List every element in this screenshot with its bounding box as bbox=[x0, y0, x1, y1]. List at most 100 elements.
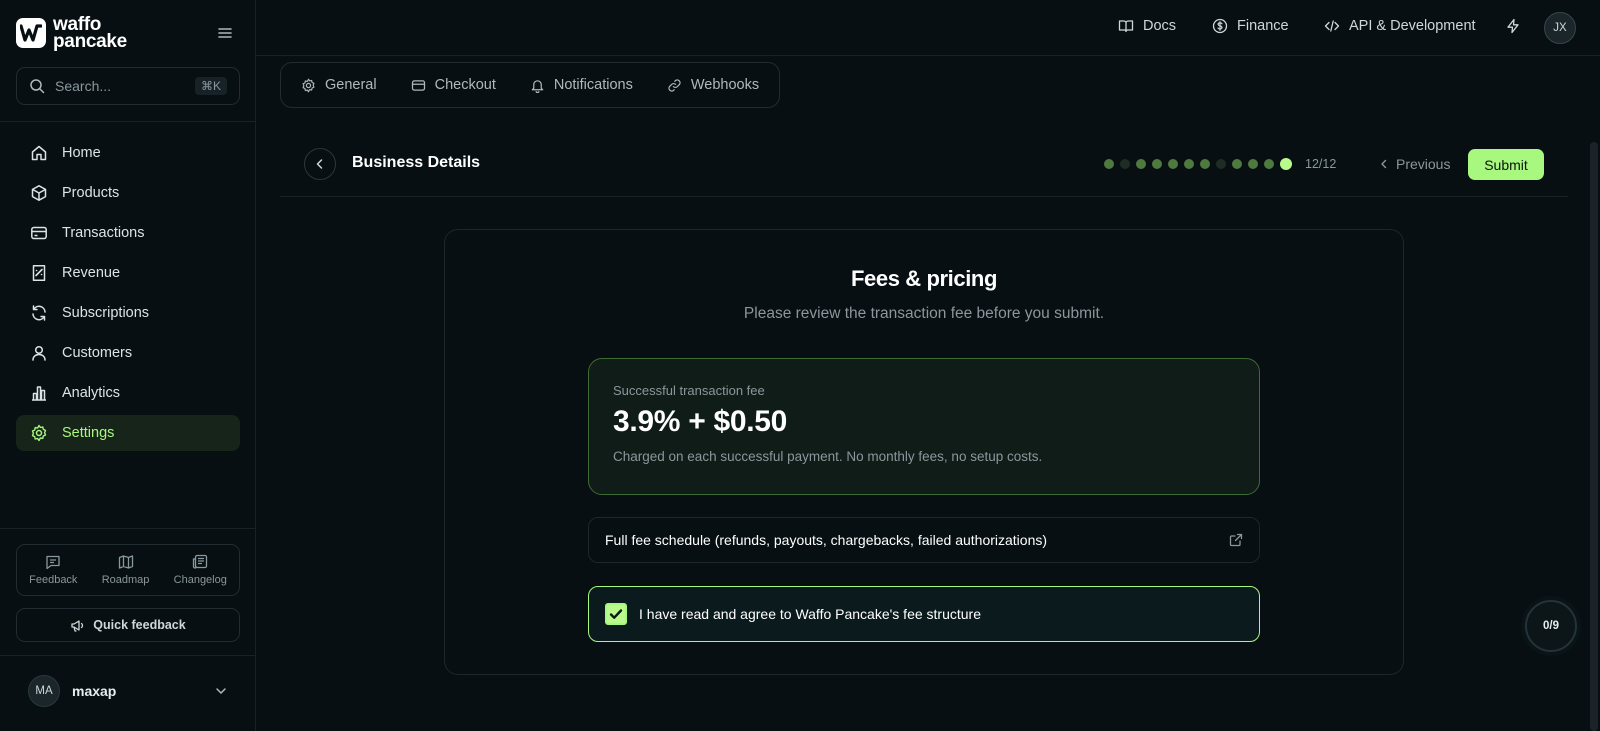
credit-card-icon bbox=[30, 224, 48, 242]
roadmap-link[interactable]: Roadmap bbox=[101, 554, 150, 586]
onboarding-progress-button[interactable]: 0/9 bbox=[1525, 600, 1577, 652]
quick-feedback-label: Quick feedback bbox=[93, 618, 186, 632]
step-dot bbox=[1216, 159, 1226, 169]
sidebar-item-subscriptions[interactable]: Subscriptions bbox=[16, 295, 240, 331]
credit-card-icon bbox=[411, 78, 426, 93]
back-button[interactable] bbox=[304, 148, 336, 180]
brand-name: waffo pancake bbox=[53, 15, 127, 52]
step-count: 12/12 bbox=[1305, 157, 1337, 171]
search-shortcut: ⌘K bbox=[194, 77, 227, 95]
roadmap-label: Roadmap bbox=[101, 574, 150, 586]
tab-notifications[interactable]: Notifications bbox=[530, 77, 633, 93]
tab-label: Notifications bbox=[553, 77, 633, 93]
docs-label: Docs bbox=[1143, 18, 1177, 34]
agree-checkbox[interactable] bbox=[605, 603, 627, 625]
sidebar: waffo pancake Search... ⌘K Home Products… bbox=[0, 0, 256, 731]
tab-webhooks[interactable]: Webhooks bbox=[667, 77, 759, 93]
fee-value: 3.9% + $0.50 bbox=[613, 405, 788, 438]
sidebar-item-label: Analytics bbox=[62, 385, 121, 401]
tab-label: Webhooks bbox=[690, 77, 760, 93]
map-icon bbox=[118, 554, 134, 570]
gear-icon bbox=[30, 424, 48, 442]
gear-icon bbox=[301, 78, 316, 93]
waffo-logo-icon bbox=[16, 18, 46, 48]
search-input[interactable]: Search... ⌘K bbox=[16, 67, 240, 105]
refresh-icon bbox=[30, 304, 48, 322]
tab-general[interactable]: General bbox=[301, 77, 377, 93]
external-link-icon bbox=[1229, 533, 1243, 547]
step-dot bbox=[1104, 159, 1114, 169]
user-name: maxap bbox=[72, 683, 117, 699]
agree-label: I have read and agree to Waffo Pancake's… bbox=[639, 606, 981, 622]
api-development-label: API & Development bbox=[1349, 18, 1476, 34]
sidebar-item-label: Transactions bbox=[62, 225, 145, 241]
sidebar-item-products[interactable]: Products bbox=[16, 175, 240, 211]
changelog-label: Changelog bbox=[173, 574, 227, 586]
submit-button[interactable]: Submit bbox=[1468, 149, 1544, 180]
changelog-link[interactable]: Changelog bbox=[174, 554, 227, 586]
home-icon bbox=[30, 144, 48, 162]
lightning-button[interactable] bbox=[1505, 18, 1521, 34]
chevron-left-icon bbox=[1378, 158, 1390, 170]
user-menu[interactable]: MA maxap bbox=[16, 674, 240, 708]
search-icon bbox=[29, 78, 45, 94]
scrollbar[interactable] bbox=[1590, 142, 1598, 731]
feedback-label: Feedback bbox=[29, 574, 78, 586]
sidebar-item-analytics[interactable]: Analytics bbox=[16, 375, 240, 411]
finance-label: Finance bbox=[1237, 18, 1289, 34]
sidebar-item-label: Customers bbox=[62, 345, 133, 361]
quick-feedback-button[interactable]: Quick feedback bbox=[16, 608, 240, 642]
tab-checkout[interactable]: Checkout bbox=[411, 77, 496, 93]
step-dot bbox=[1184, 159, 1194, 169]
fee-schedule-label: Full fee schedule (refunds, payouts, cha… bbox=[605, 532, 1048, 548]
step-progress bbox=[1104, 158, 1292, 170]
header-divider bbox=[280, 196, 1568, 197]
docs-link[interactable]: Docs bbox=[1118, 18, 1176, 34]
step-dot bbox=[1136, 159, 1146, 169]
brand-logo[interactable]: waffo pancake bbox=[16, 15, 127, 52]
megaphone-icon bbox=[70, 618, 85, 633]
bar-chart-icon bbox=[30, 384, 48, 402]
step-dot bbox=[1120, 159, 1130, 169]
card-title: Fees & pricing bbox=[851, 266, 997, 291]
sidebar-item-settings[interactable]: Settings bbox=[16, 415, 240, 451]
step-dot bbox=[1280, 158, 1292, 170]
box-icon bbox=[30, 184, 48, 202]
fee-schedule-link[interactable]: Full fee schedule (refunds, payouts, cha… bbox=[588, 517, 1260, 563]
link-icon bbox=[667, 78, 682, 93]
lightning-icon bbox=[1505, 18, 1521, 34]
sidebar-nav: Home Products Transactions Revenue Subsc… bbox=[16, 135, 240, 455]
fee-note: Charged on each successful payment. No m… bbox=[613, 449, 1043, 464]
account-avatar[interactable]: JX bbox=[1544, 12, 1576, 44]
api-development-link[interactable]: API & Development bbox=[1324, 18, 1476, 34]
feedback-link[interactable]: Feedback bbox=[29, 554, 77, 586]
sidebar-item-transactions[interactable]: Transactions bbox=[16, 215, 240, 251]
step-dot bbox=[1200, 159, 1210, 169]
previous-button[interactable]: Previous bbox=[1378, 156, 1450, 172]
tab-label: Checkout bbox=[434, 77, 496, 93]
sidebar-divider bbox=[0, 528, 255, 529]
step-dot bbox=[1152, 159, 1162, 169]
step-dot bbox=[1248, 159, 1258, 169]
code-icon bbox=[1324, 18, 1340, 34]
fees-card: Fees & pricing Please review the transac… bbox=[444, 229, 1404, 675]
sidebar-item-revenue[interactable]: Revenue bbox=[16, 255, 240, 291]
brand-line-2: pancake bbox=[53, 31, 127, 52]
finance-link[interactable]: Finance bbox=[1212, 18, 1289, 34]
sidebar-item-label: Revenue bbox=[62, 265, 121, 281]
newspaper-icon bbox=[192, 554, 208, 570]
sidebar-item-customers[interactable]: Customers bbox=[16, 335, 240, 371]
tab-label: General bbox=[325, 77, 377, 93]
card-subtitle: Please review the transaction fee before… bbox=[743, 305, 1105, 322]
dollar-circle-icon bbox=[1212, 18, 1228, 34]
sidebar-toggle-icon[interactable] bbox=[216, 24, 236, 42]
sidebar-item-label: Settings bbox=[62, 425, 115, 441]
step-dot bbox=[1264, 159, 1274, 169]
step-dot bbox=[1232, 159, 1242, 169]
sidebar-item-label: Subscriptions bbox=[62, 305, 150, 321]
agree-checkbox-row[interactable]: I have read and agree to Waffo Pancake's… bbox=[588, 586, 1260, 642]
user-icon bbox=[30, 344, 48, 362]
previous-label: Previous bbox=[1396, 156, 1451, 172]
sidebar-item-home[interactable]: Home bbox=[16, 135, 240, 171]
avatar: MA bbox=[28, 675, 60, 707]
